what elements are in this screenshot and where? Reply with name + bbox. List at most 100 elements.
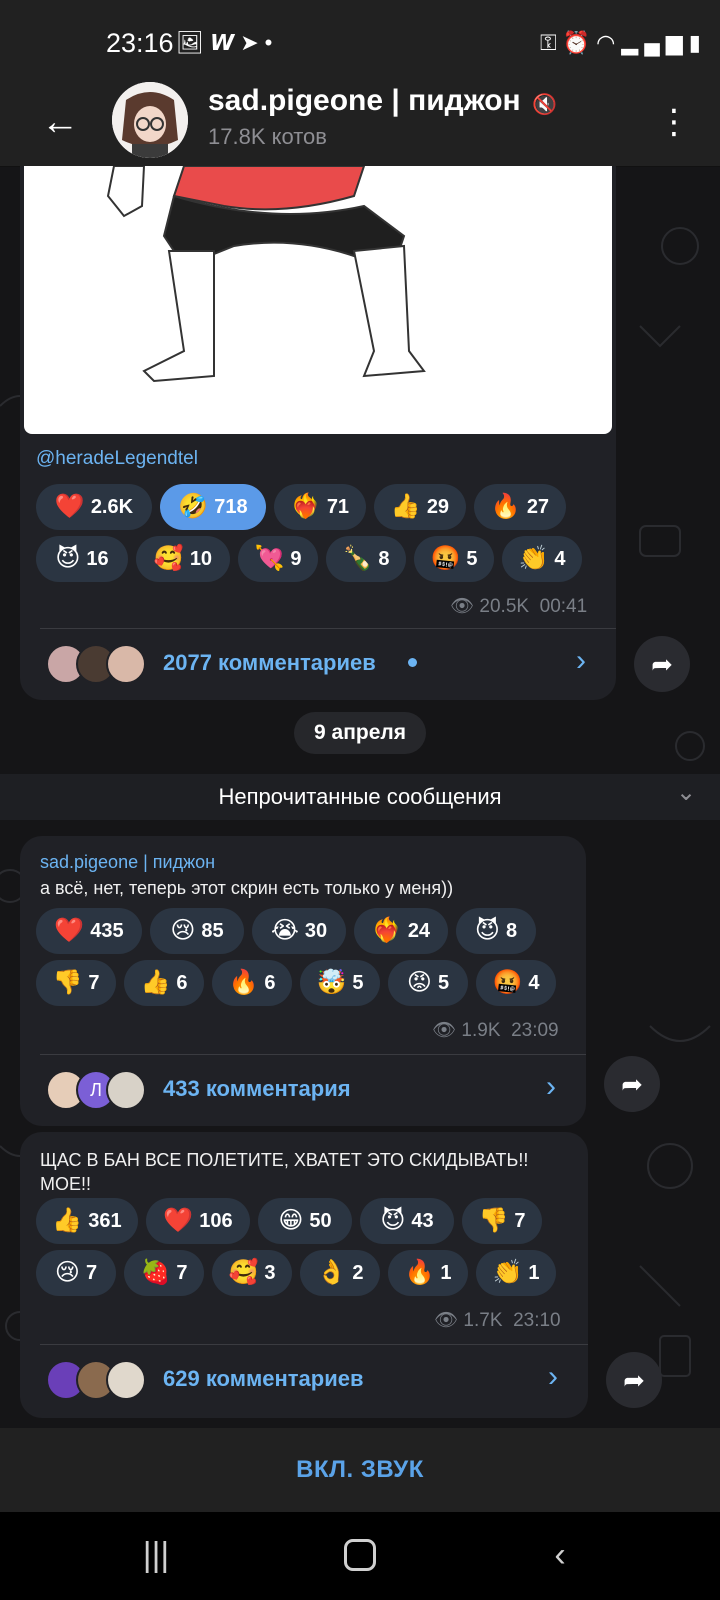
unmute-button[interactable]: ВКЛ. ЗВУК [0, 1428, 720, 1512]
heart-on-fire-icon: ❤️‍🔥 [371, 917, 402, 944]
commenter-avatar [106, 644, 146, 684]
reaction-count: 7 [176, 1261, 188, 1284]
reaction-chip[interactable]: ❤️‍🔥 71 [274, 484, 366, 530]
comments-row-3[interactable]: 629 комментариев › [20, 1346, 588, 1414]
chat-header: ← sad.pigeone | пиджон 🔇 17.8K котов ⋮ [0, 82, 720, 167]
chevron-right-icon: › [546, 1070, 556, 1103]
reaction-chip[interactable]: 😭 30 [252, 908, 346, 954]
divider [40, 1054, 586, 1055]
reaction-chip[interactable]: 🤯 5 [300, 960, 380, 1006]
reaction-chip[interactable]: 👎 7 [36, 960, 116, 1006]
reaction-count: 2 [352, 1261, 364, 1284]
home-icon [344, 1539, 376, 1571]
battery-icon: ▮ [688, 30, 707, 55]
message-text: а всё, нет, теперь этот скрин есть тольк… [40, 878, 454, 898]
chevron-right-icon: › [576, 644, 586, 677]
back-button[interactable]: ← [32, 94, 88, 150]
reaction-chip[interactable]: 😈 8 [456, 908, 536, 954]
reaction-chip[interactable]: 😡 5 [388, 960, 468, 1006]
reaction-chip[interactable]: 😁 50 [258, 1198, 352, 1244]
reaction-chip[interactable]: 🔥 27 [474, 484, 566, 530]
reaction-chip[interactable]: 😈 43 [360, 1198, 454, 1244]
crying-face-icon: 😢 [54, 1259, 80, 1286]
reaction-chip[interactable]: 🍓 7 [124, 1250, 204, 1296]
back-nav-button[interactable]: ‹ [530, 1530, 590, 1580]
post-caption-mention[interactable]: @heradeLegendtel [36, 448, 198, 470]
commenter-avatar [106, 1360, 146, 1400]
post-time: 23:09 [511, 1020, 559, 1041]
reaction-count: 106 [199, 1209, 233, 1232]
reaction-chip-active[interactable]: 🤣 718 [160, 484, 266, 530]
channel-avatar[interactable] [112, 82, 188, 158]
system-icons: ⚿⏰◠▂▄▆▮ [540, 30, 707, 56]
cursing-face-icon: 🤬 [430, 545, 461, 572]
reaction-chip[interactable]: ❤️ 435 [36, 908, 142, 954]
unread-label: Непрочитанные сообщения [218, 784, 502, 809]
cartoon-figure [106, 166, 426, 383]
comments-row-1[interactable]: 2077 комментариев › [20, 630, 616, 698]
reaction-chip[interactable]: 🔥 6 [212, 960, 292, 1006]
share-button[interactable]: ➦ [634, 636, 690, 692]
reaction-count: 5 [437, 971, 450, 994]
reaction-chip[interactable]: 👏 1 [476, 1250, 556, 1296]
thumbs-up-icon: 👍 [140, 969, 171, 996]
comments-row-2[interactable]: Л 433 комментария › [20, 1056, 586, 1124]
reaction-chip[interactable]: 👍 29 [374, 484, 466, 530]
ok-hand-icon: 👌 [316, 1259, 347, 1286]
champagne-icon: 🍾 [342, 545, 373, 572]
reaction-chip[interactable]: 🔥 1 [388, 1250, 468, 1296]
reaction-chip[interactable]: 🥰 10 [136, 536, 230, 582]
reaction-chip[interactable]: 👏 4 [502, 536, 582, 582]
reaction-chip[interactable]: 😢 85 [150, 908, 244, 954]
reaction-count: 1 [528, 1261, 540, 1284]
chevron-down-icon[interactable]: ⌄ [676, 778, 696, 807]
reaction-chip[interactable]: 🤬 4 [476, 960, 556, 1006]
reaction-count: 30 [304, 919, 328, 942]
more-options-button[interactable]: ⋮ [654, 94, 694, 150]
sender-name[interactable]: sad.pigeone | пиджон [40, 852, 215, 873]
reaction-count: 4 [528, 971, 540, 994]
eye-icon: 👁 [432, 1020, 457, 1041]
reaction-chip[interactable]: ❤️ 2.6K [36, 484, 152, 530]
home-button[interactable] [330, 1530, 390, 1580]
telegram-icon: ➤ [240, 30, 265, 55]
share-button[interactable]: ➦ [606, 1352, 662, 1408]
exploding-head-icon: 🤯 [316, 969, 347, 996]
system-nav-bar: ||| ‹ [0, 1512, 720, 1600]
reaction-chip[interactable]: 😈 16 [36, 536, 128, 582]
reaction-chip[interactable]: 😢 7 [36, 1250, 116, 1296]
reaction-count: 10 [189, 547, 213, 570]
reaction-chip[interactable]: 🤬 5 [414, 536, 494, 582]
reaction-chip[interactable]: 👍 361 [36, 1198, 138, 1244]
reaction-chip[interactable]: ❤️‍🔥 24 [354, 908, 448, 954]
reaction-chip[interactable]: 👎 7 [462, 1198, 542, 1244]
smiling-hearts-icon: 🥰 [153, 545, 184, 572]
post-image[interactable] [24, 166, 612, 434]
divider [40, 1344, 588, 1345]
heart-icon: ❤️ [54, 493, 85, 520]
vertical-dots-icon: ⋮ [657, 103, 691, 141]
share-arrow-icon: ➦ [621, 1068, 643, 1099]
devil-icon: 😈 [380, 1207, 406, 1234]
share-button[interactable]: ➦ [604, 1056, 660, 1112]
date-separator: 9 апреля [294, 712, 426, 754]
reaction-chip[interactable]: 🥰 3 [212, 1250, 292, 1296]
channel-title[interactable]: sad.pigeone | пиджон [208, 84, 521, 118]
thumbs-up-icon: 👍 [390, 493, 421, 520]
bottom-action-bar: ВКЛ. ЗВУК [0, 1428, 720, 1512]
reaction-chip[interactable]: 👍 6 [124, 960, 204, 1006]
recents-button[interactable]: ||| [126, 1530, 186, 1580]
reaction-chip[interactable]: ❤️ 106 [146, 1198, 250, 1244]
reaction-count: 5 [466, 547, 478, 570]
reaction-count: 6 [176, 971, 188, 994]
unread-separator: Непрочитанные сообщения ⌄ [0, 774, 720, 820]
reaction-chip[interactable]: 🍾 8 [326, 536, 406, 582]
thumbs-down-icon: 👎 [478, 1207, 509, 1234]
devil-icon: 😈 [474, 917, 500, 944]
reaction-chip[interactable]: 💘 9 [238, 536, 318, 582]
chevron-left-icon: ‹ [554, 1535, 566, 1574]
recents-icon: ||| [142, 1535, 170, 1574]
eye-icon: 👁 [434, 1310, 459, 1331]
reaction-count: 7 [88, 971, 100, 994]
reaction-chip[interactable]: 👌 2 [300, 1250, 380, 1296]
